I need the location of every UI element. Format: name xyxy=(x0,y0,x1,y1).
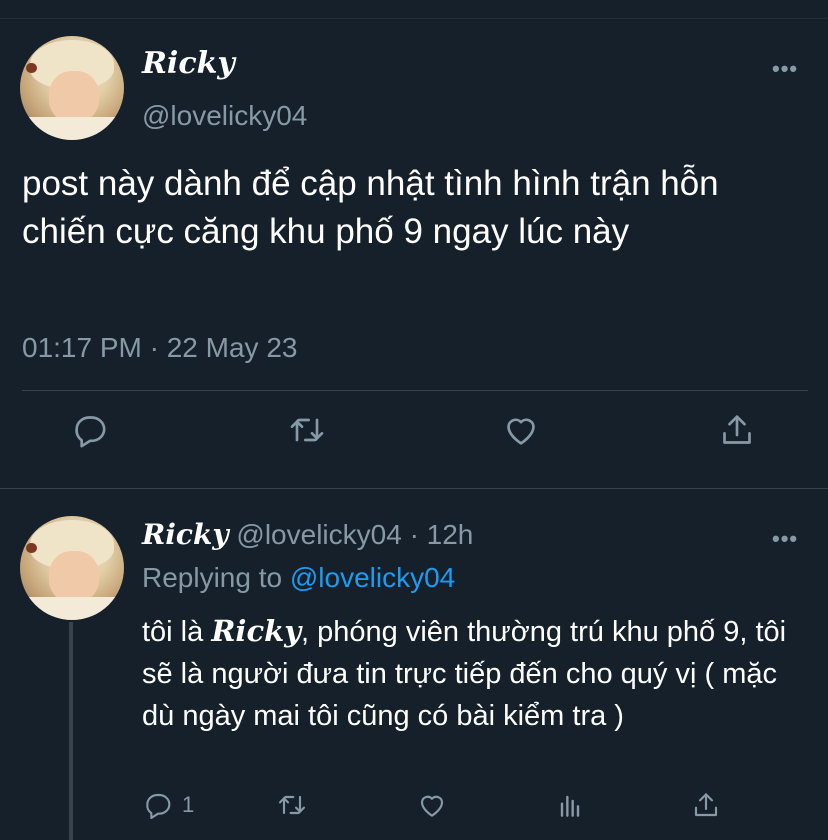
reply-avatar[interactable] xyxy=(20,516,124,620)
replying-to-link[interactable]: @lovelicky04 xyxy=(290,562,455,593)
reply-reply-button[interactable]: 1 xyxy=(142,788,194,822)
reply-display-name[interactable]: Ricky xyxy=(142,518,229,551)
display-name[interactable]: Ricky xyxy=(142,46,235,81)
replying-to: Replying to @lovelicky04 xyxy=(142,562,455,594)
retweet-icon[interactable] xyxy=(287,410,327,450)
reply-text-before: tôi là xyxy=(142,616,212,648)
user-handle[interactable]: @lovelicky04 xyxy=(142,100,307,132)
top-divider xyxy=(0,18,828,19)
like-icon[interactable] xyxy=(416,788,448,822)
reply-more-icon[interactable]: ••• xyxy=(772,526,798,552)
reply-icon xyxy=(146,793,171,819)
avatar[interactable] xyxy=(20,36,124,140)
more-horizontal-icon[interactable]: ••• xyxy=(772,56,798,82)
reply-text: tôi là Ricky, phóng viên thường trú khu … xyxy=(142,610,812,737)
reply-handle[interactable]: @lovelicky04 xyxy=(236,519,401,550)
replying-label: Replying to xyxy=(142,562,283,593)
reply-text-name: Ricky xyxy=(211,614,302,648)
reply-count: 1 xyxy=(182,792,195,817)
tweet-actions xyxy=(0,410,828,470)
tweet-separator xyxy=(0,488,828,489)
reply-time[interactable]: · 12h xyxy=(410,519,474,550)
reply-actions: 1 xyxy=(0,788,828,828)
retweet-icon[interactable] xyxy=(276,788,308,822)
reply-icon[interactable] xyxy=(70,410,110,450)
tweet-timestamp[interactable]: 01:17 PM · 22 May 23 xyxy=(22,332,297,364)
share-icon[interactable] xyxy=(717,410,757,450)
divider xyxy=(22,390,808,391)
analytics-icon[interactable] xyxy=(554,788,586,822)
reply-header: Ricky @lovelicky04 · 12h xyxy=(142,518,473,551)
like-icon[interactable] xyxy=(501,410,541,450)
tweet-text: post này dành để cập nhật tình hình trận… xyxy=(22,164,719,251)
share-icon[interactable] xyxy=(690,788,722,822)
